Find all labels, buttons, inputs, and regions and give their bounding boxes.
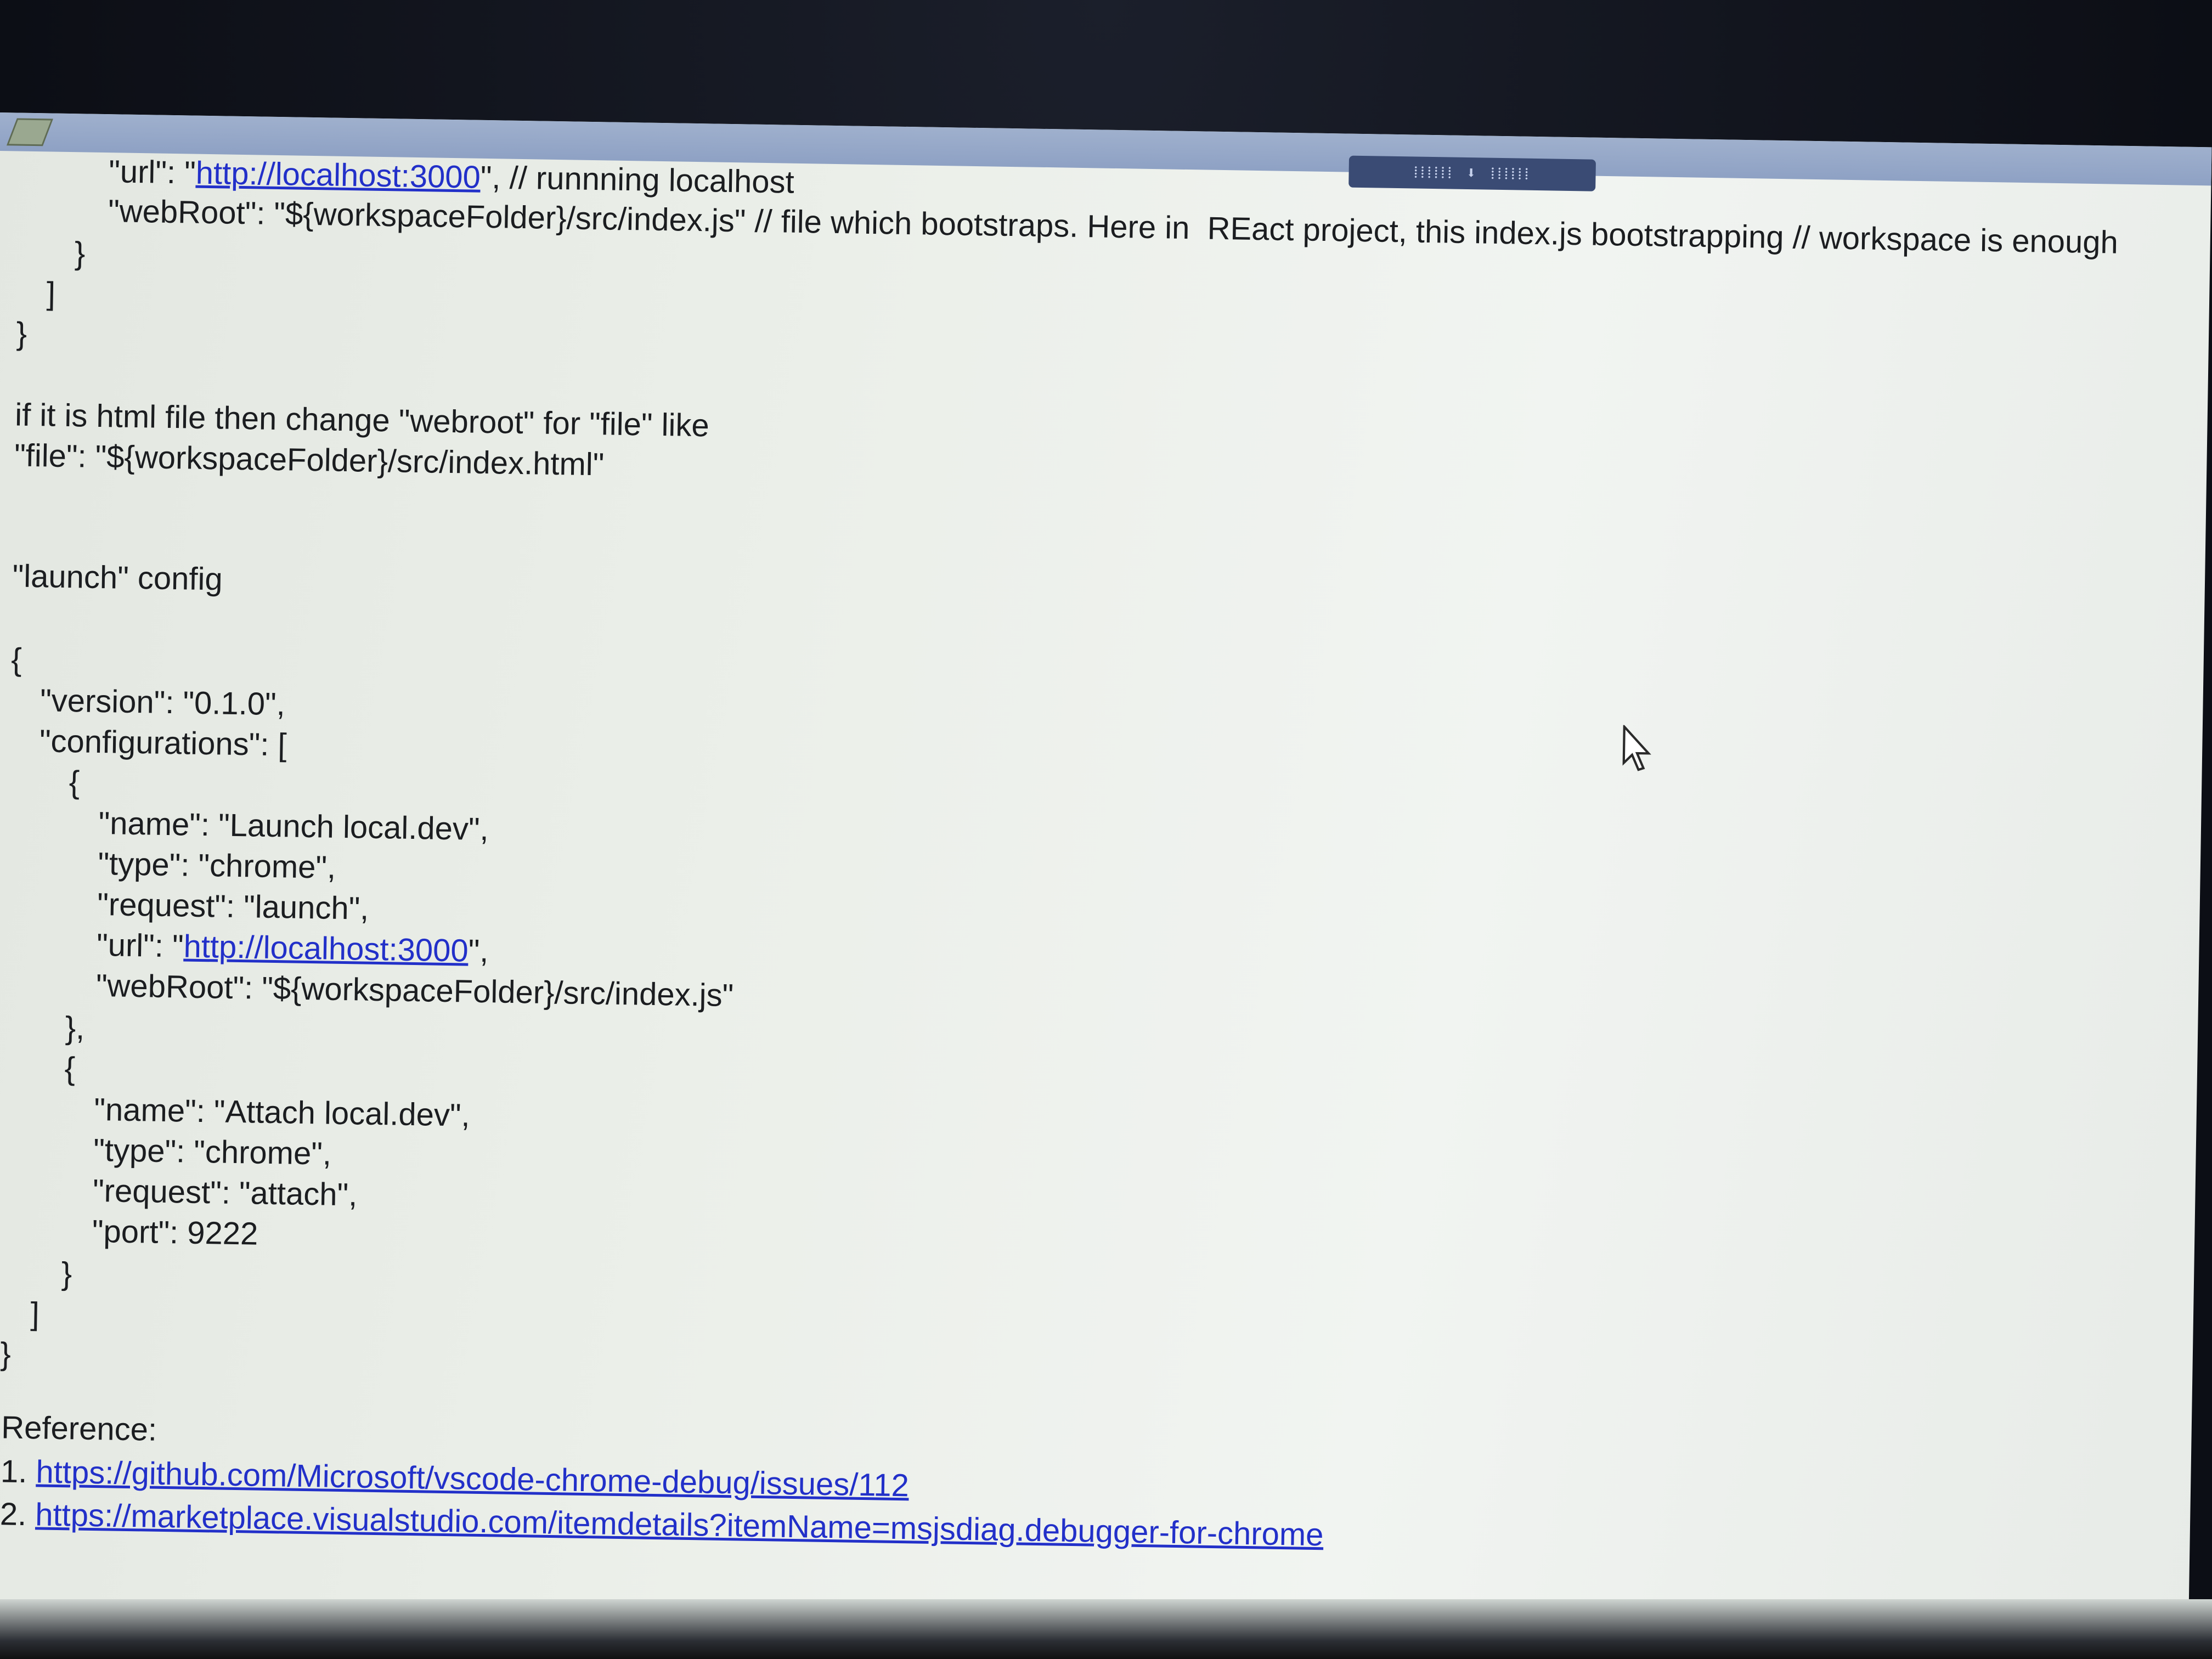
code-line: "type": "chrome", xyxy=(98,845,336,885)
mouse-pointer-icon xyxy=(1622,725,1651,771)
code-line: } xyxy=(74,235,86,272)
code-line: "url": "http://localhost:3000", xyxy=(96,927,489,969)
laptop-screen: ⁞⁞⁞⁞⁞⁞ ⬇ ⁞⁞⁞⁞⁞⁞ "url": "http://localhost… xyxy=(0,112,2212,1659)
reference-item: 2. https://marketplace.visualstudio.com/… xyxy=(0,1496,1324,1553)
reference-link-1[interactable]: https://github.com/Microsoft/vscode-chro… xyxy=(36,1454,909,1503)
code-line: "name": "Attach local.dev", xyxy=(93,1091,471,1133)
code-line: "webRoot": "${workspaceFolder}/src/index… xyxy=(95,967,734,1014)
localhost-link[interactable]: http://localhost:3000 xyxy=(195,155,481,195)
code-line: { xyxy=(10,641,22,678)
document-icon xyxy=(6,118,53,146)
code-line: "port": 9222 xyxy=(92,1213,258,1252)
localhost-link[interactable]: http://localhost:3000 xyxy=(183,928,469,968)
photo-scene: ⁞⁞⁞⁞⁞⁞ ⬇ ⁞⁞⁞⁞⁞⁞ "url": "http://localhost… xyxy=(0,0,2212,1659)
code-line: "request": "attach", xyxy=(92,1172,358,1213)
reference-link-2[interactable]: https://marketplace.visualstudio.com/ite… xyxy=(35,1497,1324,1553)
code-line: } xyxy=(0,1336,12,1372)
reference-heading: Reference: xyxy=(1,1409,157,1448)
code-line: ] xyxy=(30,1296,40,1332)
code-line: "version": "0.1.0", xyxy=(40,682,286,723)
code-line: "webRoot": "${workspaceFolder}/src/index… xyxy=(108,193,2119,261)
section-heading: "launch" config xyxy=(12,558,223,597)
code-line: }, xyxy=(65,1010,85,1046)
document-body[interactable]: "url": "http://localhost:3000", // runnn… xyxy=(0,146,2211,1659)
code-line: { xyxy=(64,1051,76,1087)
code-line: "request": "launch", xyxy=(97,886,369,927)
code-line: "configurations": [ xyxy=(39,723,287,763)
code-line: } xyxy=(61,1256,72,1292)
screen-bezel xyxy=(0,1599,2212,1659)
code-line: "name": "Launch local.dev", xyxy=(98,805,489,848)
code-line: ] xyxy=(46,275,56,312)
code-line: "type": "chrome", xyxy=(93,1132,332,1172)
code-line: } xyxy=(16,315,27,352)
code-line: { xyxy=(69,764,80,800)
text-line: "file": "${workspaceFolder}/src/index.ht… xyxy=(14,437,605,483)
